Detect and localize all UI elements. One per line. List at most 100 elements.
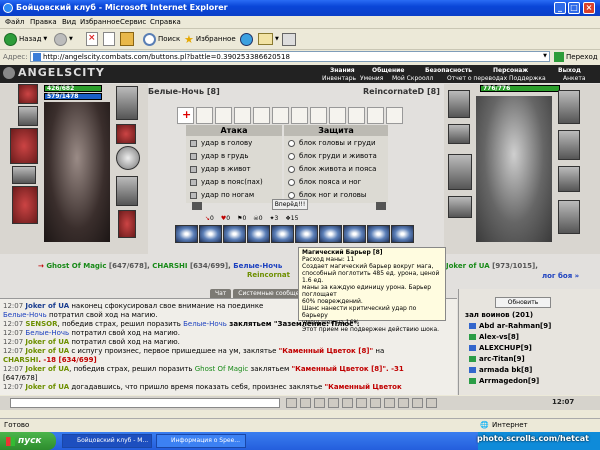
taskbar-item-info[interactable]: Информация о Spee...: [156, 434, 246, 448]
window-titlebar[interactable]: Бойцовский клуб - Microsoft Internet Exp…: [0, 0, 600, 16]
forward-attack-button[interactable]: Вперёд!!!: [272, 199, 308, 210]
attack-legs-option[interactable]: удар по ногам: [190, 191, 254, 199]
go-button[interactable]: Переход: [554, 52, 598, 62]
online-user[interactable]: Arrmagedon[9]: [469, 377, 539, 385]
chat-input[interactable]: [10, 398, 280, 408]
gloves-slot[interactable]: [118, 210, 136, 238]
chat-tool-1-icon[interactable]: [300, 398, 311, 408]
spell-slot-11-icon[interactable]: [386, 107, 403, 124]
nav-character[interactable]: Персонаж: [493, 67, 528, 74]
address-input[interactable]: http://angelscity.combats.com/buttons.pl…: [30, 51, 550, 62]
attack-legs-checkbox[interactable]: [190, 191, 197, 199]
nav-support[interactable]: Поддержка: [509, 75, 546, 82]
spell-slot-1-icon[interactable]: [196, 107, 213, 124]
mail-button[interactable]: ▼: [258, 32, 279, 46]
spell-slot-7-icon[interactable]: [310, 107, 327, 124]
menu-file[interactable]: Файл: [5, 18, 24, 26]
roster-ghost-of-magic[interactable]: Ghost Of Magic: [46, 262, 106, 270]
media-button[interactable]: [240, 32, 253, 46]
block-waist-legs-radio[interactable]: [288, 178, 295, 186]
attack-stomach-option[interactable]: удар в живот: [190, 165, 251, 173]
menu-favorites[interactable]: Избранное: [80, 18, 120, 26]
nav-skills[interactable]: Умения: [360, 75, 383, 82]
roster-charshi[interactable]: CHARSHI: [152, 262, 187, 270]
close-button[interactable]: ×: [583, 2, 595, 14]
block-chest-stomach-radio[interactable]: [288, 152, 295, 160]
spell-slot-8-icon[interactable]: [329, 107, 346, 124]
attack-head-option[interactable]: удар в голову: [190, 139, 252, 147]
offhand-slot[interactable]: [116, 176, 138, 206]
player-left-name[interactable]: Белые-Ночь [8]: [148, 87, 220, 96]
block-legs-head-option[interactable]: блок ног и головы: [288, 191, 366, 199]
refresh-button[interactable]: [103, 32, 115, 46]
spell-slot-10-icon[interactable]: [367, 107, 384, 124]
online-user[interactable]: armada bk[8]: [469, 366, 532, 374]
opp-amulet-slot[interactable]: [448, 124, 470, 144]
menu-tools[interactable]: Сервис: [120, 18, 146, 26]
chat-tool-8-icon[interactable]: [398, 398, 409, 408]
defense-scroll-icon[interactable]: [376, 202, 386, 210]
home-button[interactable]: [120, 32, 134, 46]
stop-button[interactable]: ×: [86, 32, 98, 46]
attack-chest-option[interactable]: удар в грудь: [190, 152, 249, 160]
skill-3-icon[interactable]: [223, 225, 246, 243]
menu-edit[interactable]: Правка: [30, 18, 57, 26]
opp-armor-slot[interactable]: [448, 154, 472, 190]
player-right-name[interactable]: ReincornateD [8]: [363, 87, 440, 96]
print-button[interactable]: [282, 32, 296, 46]
spell-slot-9-icon[interactable]: [348, 107, 365, 124]
amulet-slot[interactable]: [18, 106, 38, 126]
chat-tool-9-icon[interactable]: [412, 398, 423, 408]
chat-tool-3-icon[interactable]: [328, 398, 339, 408]
refresh-button[interactable]: Обновить: [495, 297, 551, 308]
spell-slot-6-icon[interactable]: [291, 107, 308, 124]
block-stomach-waist-option[interactable]: блок живота и пояса: [288, 165, 376, 173]
ring-slot-1[interactable]: [116, 124, 136, 144]
nav-knowledge[interactable]: Знания: [330, 67, 355, 74]
address-dropdown-icon[interactable]: ▼: [543, 53, 547, 59]
boots-slot[interactable]: [12, 186, 38, 224]
roster-belye-noch[interactable]: Белые-Ночь: [233, 262, 282, 270]
favorites-button[interactable]: ★ Избранное: [184, 32, 236, 46]
menu-view[interactable]: Вид: [62, 18, 76, 26]
skill-2-icon[interactable]: [199, 225, 222, 243]
opp-helmet-slot[interactable]: [448, 90, 470, 118]
attack-chest-checkbox[interactable]: [190, 152, 197, 160]
online-user[interactable]: ALEXCHUP[9]: [469, 344, 532, 352]
menu-help[interactable]: Справка: [150, 18, 181, 26]
roster-reincornated[interactable]: Reincornat: [247, 271, 290, 279]
chat-tool-6-icon[interactable]: [370, 398, 381, 408]
maximize-button[interactable]: □: [568, 2, 580, 14]
chat-tool-7-icon[interactable]: [384, 398, 395, 408]
chat-tool-2-icon[interactable]: [314, 398, 325, 408]
skill-magic-barrier-icon[interactable]: [295, 225, 318, 243]
send-button[interactable]: [286, 398, 297, 408]
online-user[interactable]: Alex-vs[8]: [469, 333, 519, 341]
helmet-slot[interactable]: [18, 84, 38, 104]
block-head-chest-option[interactable]: блок головы и груди: [288, 139, 376, 147]
spell-slot-4-icon[interactable]: [253, 107, 270, 124]
armor-slot[interactable]: [10, 128, 38, 164]
attack-waist-checkbox[interactable]: [190, 178, 197, 186]
attack-scroll-icon[interactable]: [192, 202, 202, 210]
forward-button[interactable]: ▼: [54, 32, 73, 46]
chat-tool-10-icon[interactable]: [426, 398, 437, 408]
nav-exit[interactable]: Выход: [558, 67, 581, 74]
online-user[interactable]: arc-Titan[9]: [469, 355, 525, 363]
nav-chat[interactable]: Общение: [372, 67, 404, 74]
attack-stomach-checkbox[interactable]: [190, 165, 197, 173]
nav-transfers[interactable]: Отчет о переводах: [447, 75, 507, 82]
opp-weapon-slot[interactable]: [558, 90, 580, 124]
skill-4-icon[interactable]: [247, 225, 270, 243]
skill-10-icon[interactable]: [391, 225, 414, 243]
nav-inventory[interactable]: Инвентарь: [322, 75, 356, 82]
spell-slot-2-icon[interactable]: [215, 107, 232, 124]
belt-slot[interactable]: [12, 166, 36, 184]
block-legs-head-radio[interactable]: [288, 191, 295, 199]
attack-waist-option[interactable]: удар в пояс(пах): [190, 178, 263, 186]
weapon-slot[interactable]: [116, 86, 138, 120]
minimize-button[interactable]: _: [554, 2, 566, 14]
attack-head-checkbox[interactable]: [190, 139, 197, 147]
heal-icon[interactable]: +: [177, 107, 194, 124]
nav-security[interactable]: Безопасность: [425, 67, 472, 74]
